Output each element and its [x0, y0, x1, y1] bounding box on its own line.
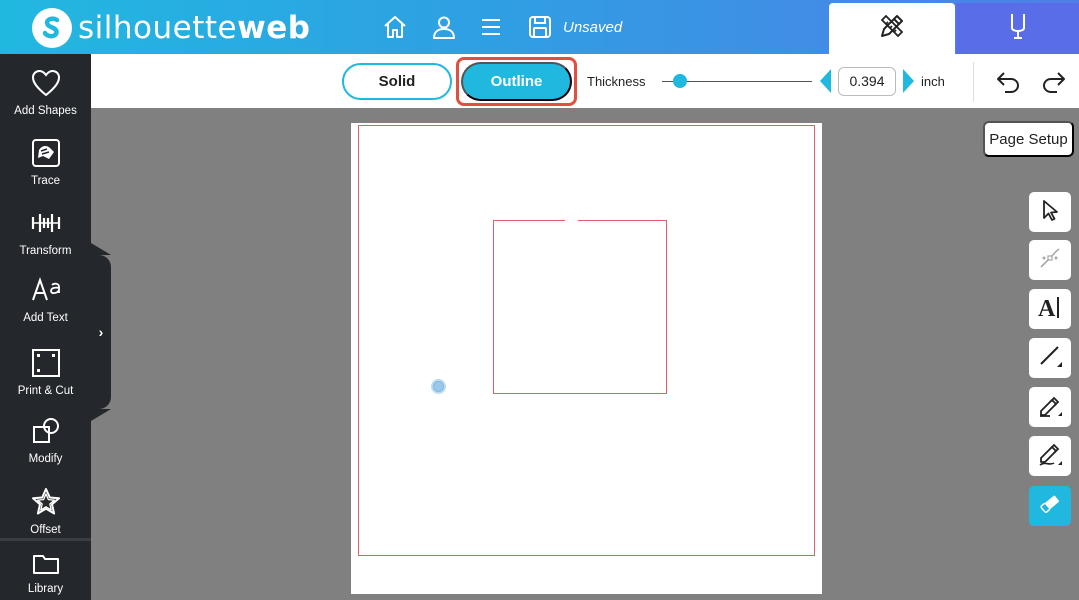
save-icon[interactable] — [526, 13, 554, 41]
increase-thickness-icon[interactable] — [903, 69, 914, 93]
sidebar-item-label: Modify — [28, 453, 63, 465]
sidebar-item-label: Offset — [30, 524, 61, 536]
touch-cursor-indicator — [431, 379, 446, 394]
text-icon — [31, 275, 61, 305]
sidebar-item-print-cut[interactable]: Print & Cut — [0, 338, 91, 404]
thickness-input[interactable]: 0.394 — [838, 67, 896, 96]
logo-mark — [32, 8, 72, 48]
heart-icon — [31, 68, 61, 98]
thickness-slider-thumb[interactable] — [673, 74, 687, 88]
trace-icon — [31, 138, 61, 168]
sidebar-item-label: Trace — [31, 175, 60, 187]
sidebar-item-label: Add Shapes — [14, 105, 77, 117]
sidebar-item-trace[interactable]: Trace — [0, 128, 91, 194]
pen-tool[interactable] — [1029, 387, 1071, 427]
pen-icon — [1037, 392, 1063, 423]
pencil-ruler-icon — [877, 11, 907, 46]
edit-points-tool[interactable] — [1029, 240, 1071, 280]
outlined-rectangle-shape[interactable] — [493, 220, 667, 394]
print-cut-icon — [31, 348, 61, 378]
sidebar-item-label: Add Text — [23, 312, 68, 324]
tab-cut[interactable] — [956, 3, 1079, 54]
sidebar-item-label: Print & Cut — [17, 385, 74, 397]
sidebar-expand-tab[interactable]: › — [91, 255, 111, 409]
chevron-right-icon: › — [98, 324, 104, 340]
thickness-label: Thickness — [587, 74, 646, 89]
text-cursor-icon: A — [1036, 293, 1064, 326]
silhouette-logo: silhouetteweb — [32, 8, 310, 48]
decrease-thickness-icon[interactable] — [820, 69, 831, 93]
sidebar-item-offset[interactable]: Offset — [0, 477, 91, 543]
folder-icon — [31, 549, 61, 579]
select-icon — [1039, 198, 1061, 227]
rectangle-outline-gap — [565, 218, 578, 223]
logo-text-bold: web — [237, 10, 311, 46]
edit-points-icon — [1038, 246, 1062, 275]
pencil-icon — [1037, 441, 1063, 472]
select-tool[interactable] — [1029, 192, 1071, 232]
menu-icon[interactable] — [477, 13, 505, 41]
sidebar-item-library[interactable]: Library — [0, 541, 91, 600]
solid-button[interactable]: Solid — [342, 63, 452, 100]
user-icon[interactable] — [430, 13, 458, 41]
tab-design[interactable] — [829, 3, 955, 54]
star-icon — [31, 487, 61, 517]
blade-icon — [1006, 11, 1030, 46]
pencil-tool[interactable] — [1029, 436, 1071, 476]
sidebar-item-label: Library — [27, 583, 64, 595]
undo-icon[interactable] — [995, 68, 1021, 94]
line-tool[interactable] — [1029, 338, 1071, 378]
home-icon[interactable] — [381, 13, 409, 41]
redo-icon[interactable] — [1041, 68, 1067, 94]
page-setup-button[interactable]: Page Setup — [983, 121, 1074, 157]
top-bar: silhouetteweb Unsaved — [0, 0, 1079, 54]
outline-button[interactable]: Outline — [461, 62, 572, 101]
eraser-icon — [1038, 492, 1062, 521]
sidebar-item-label: Transform — [19, 245, 72, 257]
save-status: Unsaved — [563, 19, 623, 36]
modify-icon — [31, 416, 61, 446]
svg-text:A: A — [1038, 296, 1056, 321]
eraser-tool[interactable] — [1029, 486, 1071, 526]
line-icon — [1037, 343, 1063, 374]
toolbar-divider — [973, 62, 974, 102]
sidebar-item-add-text[interactable]: Add Text — [0, 265, 91, 331]
thickness-unit: inch — [921, 74, 945, 89]
sidebar-item-transform[interactable]: Transform — [0, 198, 91, 264]
sidebar-item-add-shapes[interactable]: Add Shapes — [0, 58, 91, 124]
transform-icon — [31, 208, 61, 238]
text-tool[interactable]: A — [1029, 289, 1071, 329]
sidebar-item-modify[interactable]: Modify — [0, 406, 91, 472]
logo-text-light: silhouette — [78, 10, 238, 46]
